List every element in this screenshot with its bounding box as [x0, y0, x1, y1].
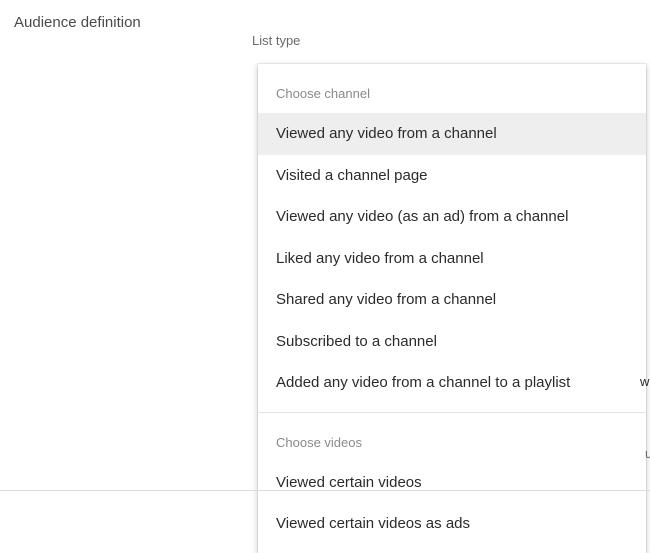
option-added-any-video-to-playlist[interactable]: Added any video from a channel to a play…: [258, 362, 646, 404]
truncated-text-w: w: [640, 374, 649, 389]
horizontal-divider: [0, 490, 650, 491]
truncated-text-u: u: [645, 446, 650, 461]
field-label-list-type: List type: [252, 33, 300, 48]
option-liked-any-video-from-channel[interactable]: Liked any video from a channel: [258, 238, 646, 280]
option-viewed-any-video-as-ad-from-channel[interactable]: Viewed any video (as an ad) from a chann…: [258, 196, 646, 238]
option-visited-channel-page[interactable]: Visited a channel page: [258, 155, 646, 197]
section-label: Audience definition: [14, 14, 141, 31]
option-viewed-any-video-from-channel[interactable]: Viewed any video from a channel: [258, 113, 646, 155]
list-type-dropdown-panel: Choose channel Viewed any video from a c…: [258, 64, 646, 553]
group-header-choose-channel: Choose channel: [258, 72, 646, 113]
group-divider: [258, 412, 646, 413]
option-subscribed-to-channel[interactable]: Subscribed to a channel: [258, 321, 646, 363]
option-viewed-certain-videos[interactable]: Viewed certain videos: [258, 462, 646, 504]
option-shared-any-video-from-channel[interactable]: Shared any video from a channel: [258, 279, 646, 321]
group-header-choose-videos: Choose videos: [258, 421, 646, 462]
option-viewed-certain-videos-as-ads[interactable]: Viewed certain videos as ads: [258, 503, 646, 545]
